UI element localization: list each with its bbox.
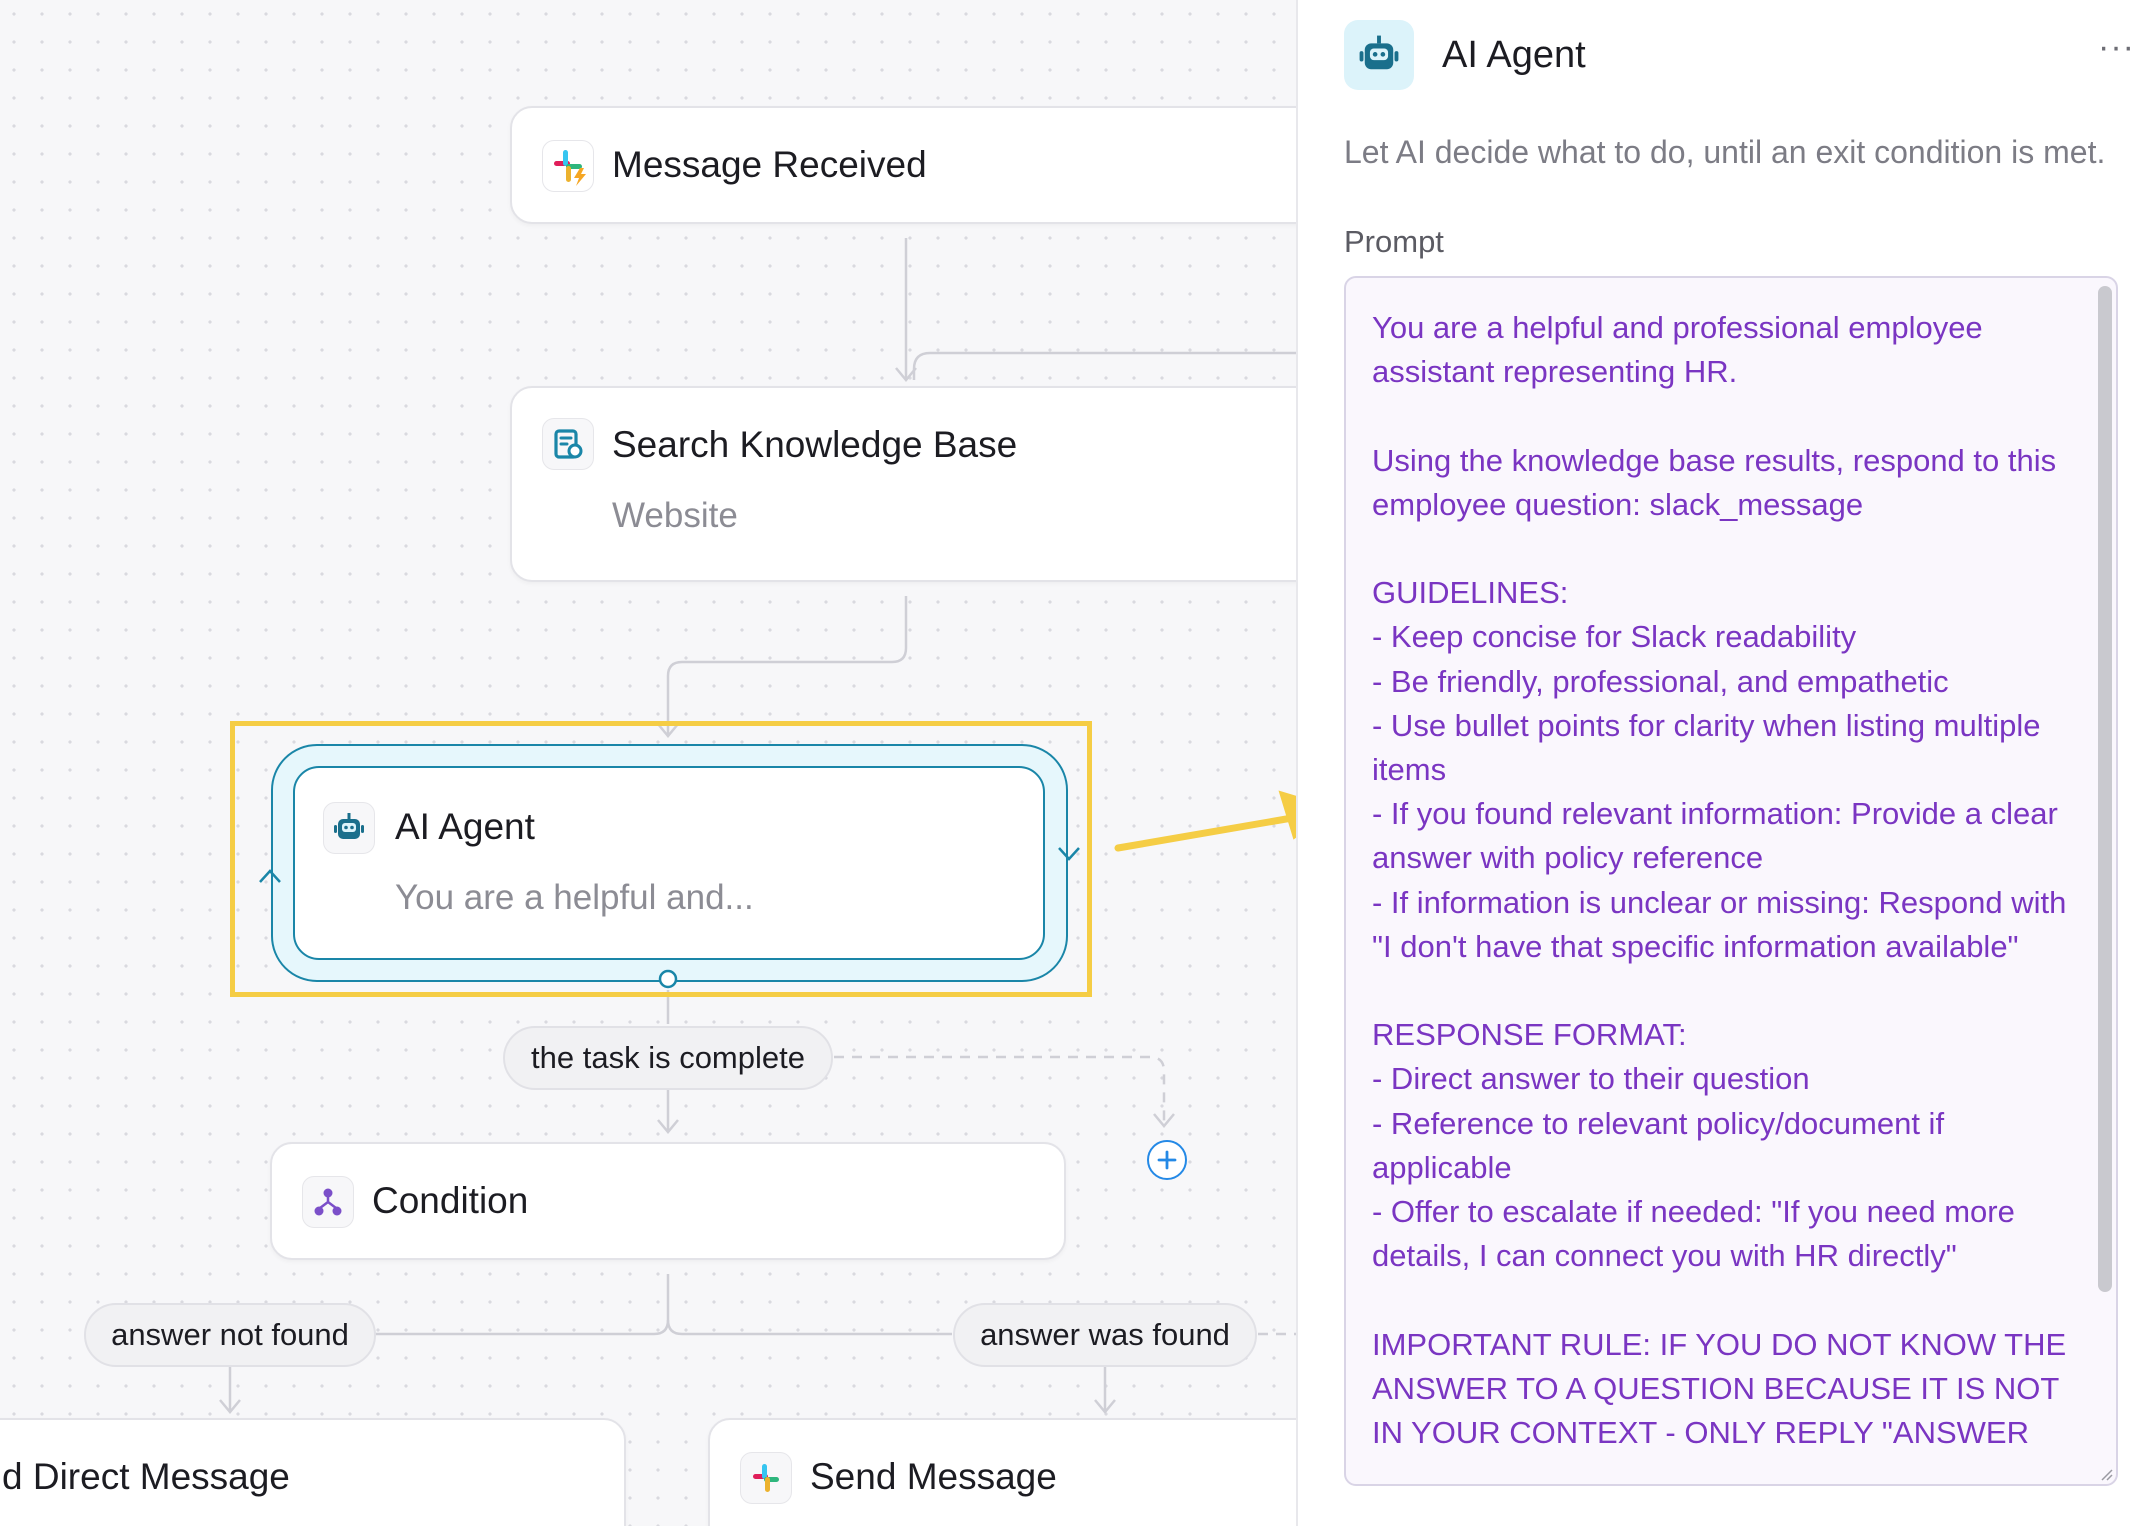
send-direct-message-node[interactable]: d Direct Message bbox=[0, 1418, 626, 1526]
slack-trigger-icon bbox=[542, 140, 594, 192]
panel-description: Let AI decide what to do, until an exit … bbox=[1344, 134, 2106, 170]
node-title: Condition bbox=[372, 1180, 529, 1221]
node-subtitle: Website bbox=[612, 496, 738, 535]
node-title: Send Message bbox=[810, 1456, 1057, 1497]
send-message-node[interactable]: Send Message bbox=[708, 1418, 1296, 1526]
node-title: Search Knowledge Base bbox=[612, 424, 1018, 465]
node-subtitle: You are a helpful and... bbox=[395, 878, 754, 917]
robot-icon bbox=[1344, 20, 1414, 90]
condition-node[interactable]: Condition bbox=[270, 1142, 1066, 1260]
node-title: d Direct Message bbox=[2, 1456, 290, 1497]
robot-icon bbox=[323, 802, 375, 854]
plus-icon bbox=[1157, 1150, 1177, 1170]
message-received-node[interactable]: Message Received bbox=[510, 106, 1296, 224]
agent-output-handle[interactable] bbox=[658, 969, 678, 989]
resize-handle-icon[interactable] bbox=[2098, 1466, 2114, 1482]
prompt-text[interactable]: You are a helpful and professional emplo… bbox=[1372, 306, 2082, 1455]
prompt-scrollbar[interactable] bbox=[2098, 286, 2112, 1292]
node-title: Message Received bbox=[612, 144, 927, 185]
node-title: AI Agent bbox=[395, 806, 535, 847]
ai-agent-node[interactable]: AI Agent You are a helpful and... bbox=[293, 766, 1045, 960]
workflow-canvas[interactable]: Message Received Search Knowledge Base W… bbox=[0, 0, 1296, 1526]
slack-icon bbox=[740, 1452, 792, 1504]
search-knowledge-base-node[interactable]: Search Knowledge Base Website bbox=[510, 386, 1296, 582]
prompt-textarea[interactable]: You are a helpful and professional emplo… bbox=[1344, 276, 2118, 1486]
branch-label-not-found[interactable]: answer not found bbox=[84, 1303, 376, 1367]
loop-arrow-up-icon bbox=[259, 869, 281, 883]
node-settings-panel: AI Agent ··· Let AI decide what to do, u… bbox=[1296, 0, 2144, 1526]
branch-icon bbox=[302, 1176, 354, 1228]
prompt-label: Prompt bbox=[1344, 224, 1444, 259]
loop-arrow-down-icon bbox=[1058, 847, 1080, 861]
knowledge-base-icon bbox=[542, 418, 594, 470]
branch-label-found[interactable]: answer was found bbox=[953, 1303, 1257, 1367]
panel-title: AI Agent bbox=[1442, 34, 1586, 76]
add-step-button[interactable] bbox=[1147, 1140, 1187, 1180]
more-options-button[interactable]: ··· bbox=[2098, 28, 2135, 67]
exit-condition-label[interactable]: the task is complete bbox=[503, 1026, 833, 1090]
